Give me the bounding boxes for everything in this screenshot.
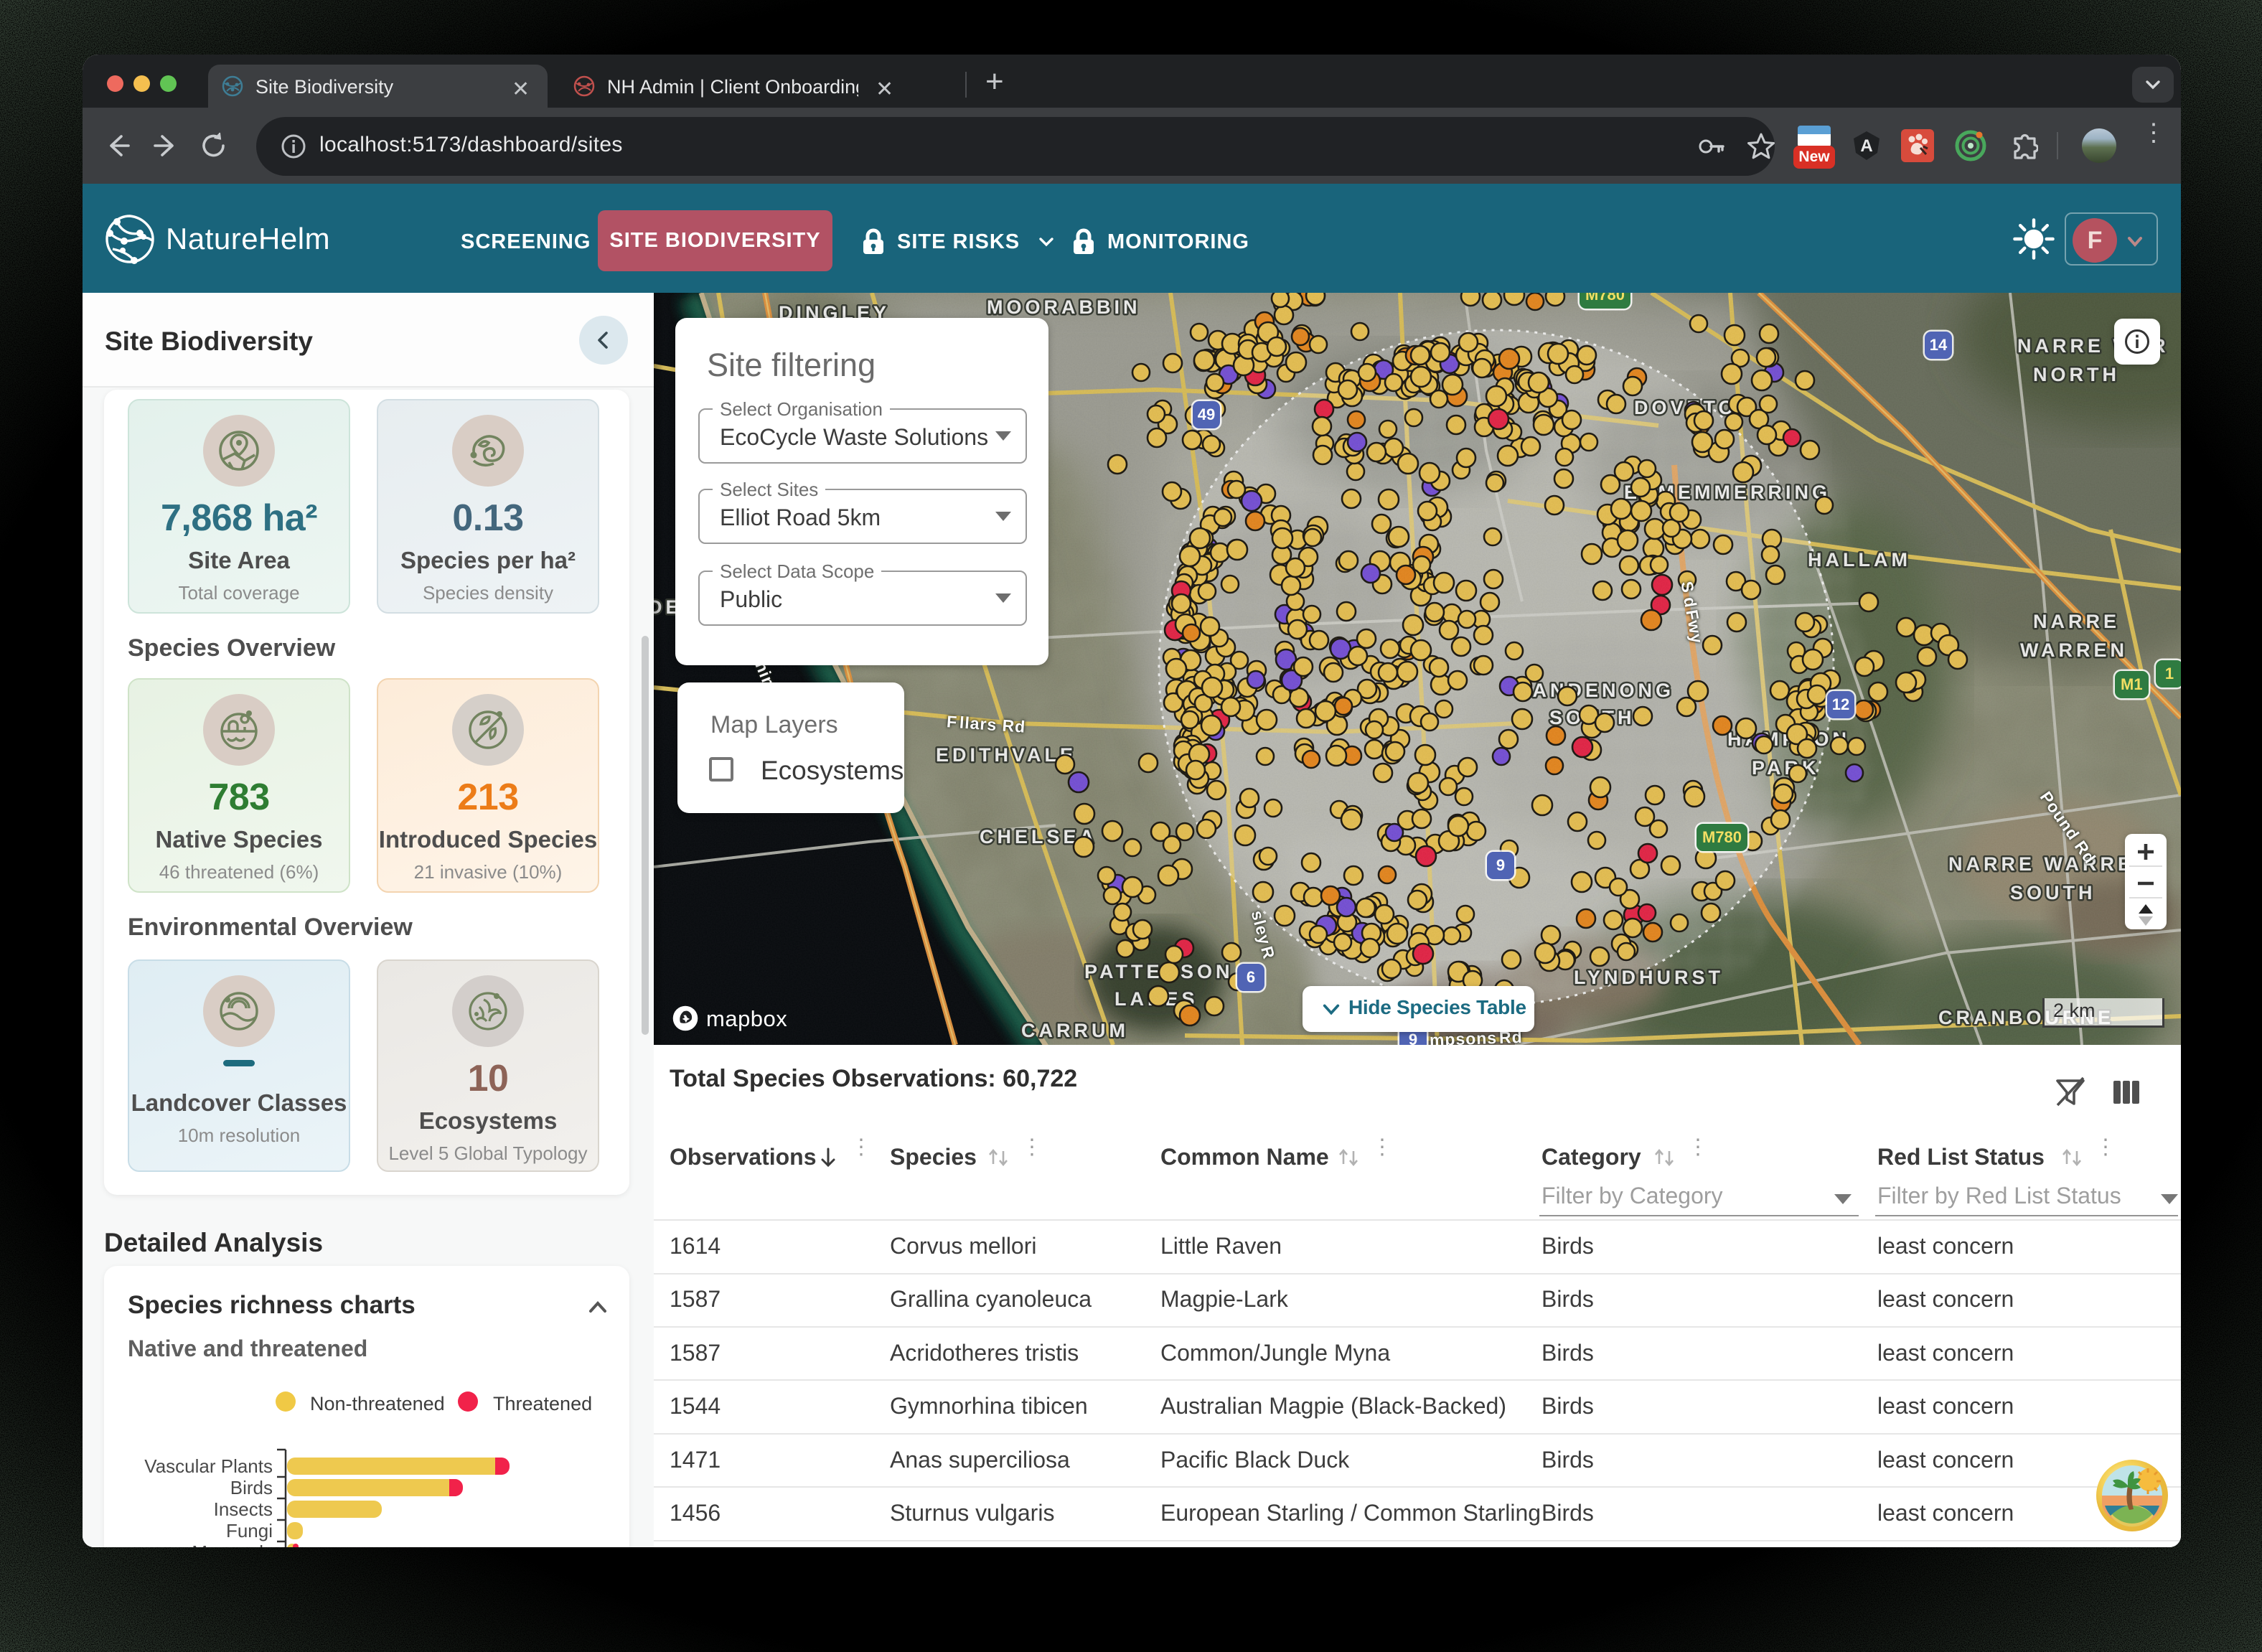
svg-text:Vascular Plants: Vascular Plants: [144, 1455, 273, 1477]
svg-text:A: A: [1860, 136, 1872, 156]
svg-text:Birds: Birds: [230, 1477, 273, 1498]
svg-text:Fungi: Fungi: [226, 1520, 273, 1541]
svg-text:Mammals: Mammals: [192, 1541, 273, 1547]
svg-text:Insects: Insects: [214, 1498, 273, 1520]
